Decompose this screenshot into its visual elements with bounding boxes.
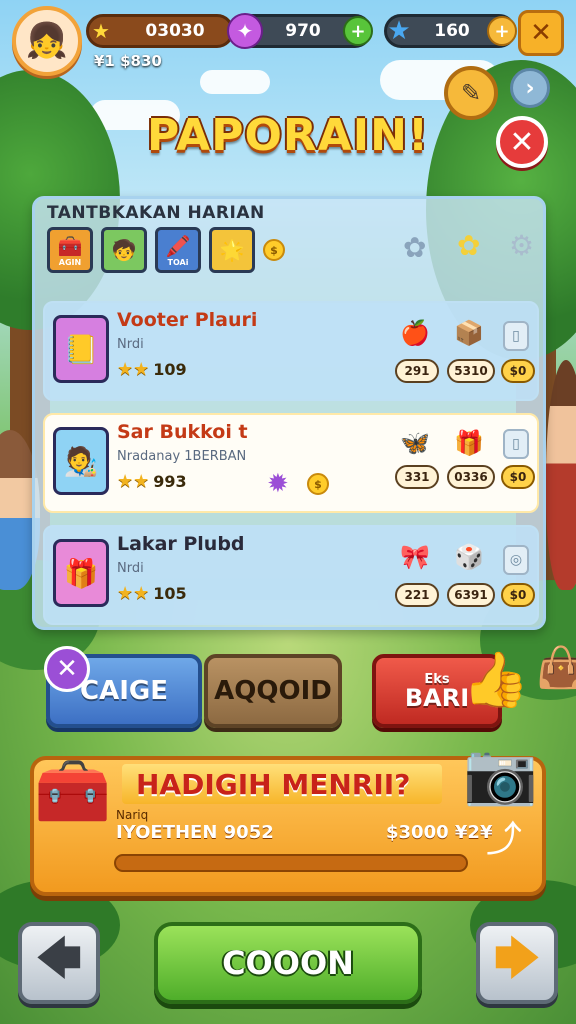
list-item[interactable]: 📒 Vooter Plauri Nrdi ★★ 109 🍎 📦 ▯ 291 531… [43, 301, 539, 401]
add-gems-button[interactable]: + [343, 16, 373, 46]
price-pill[interactable]: $0 [501, 465, 535, 489]
star-icon: ★ [92, 19, 110, 43]
chevron-right-icon: › [525, 75, 535, 101]
item-stars: ★★ 109 [117, 359, 187, 380]
item-desc: Nrdi [117, 337, 144, 352]
item-stars: ★★ 105 [117, 583, 187, 604]
flower-icon: ✿ [457, 229, 481, 262]
reward-pill: 0336 [447, 465, 495, 489]
gold-value: 03030 [145, 21, 205, 41]
item-name: Vooter Plauri [117, 309, 258, 331]
star-counter: ★ 160 + [384, 14, 517, 48]
badge-icon: ✿ [403, 231, 427, 264]
sub-coin-text: ¥1 $830 [94, 52, 162, 70]
category-tab-2[interactable]: 🖍️ TOAi [155, 227, 201, 273]
price-pill[interactable]: $0 [501, 359, 535, 383]
claim-label: BARI [404, 683, 470, 712]
reward-pill: 291 [395, 359, 439, 383]
reward-icon: 🦋 [400, 429, 430, 457]
back-button[interactable]: 🡄 [18, 922, 100, 1004]
category-tab-3[interactable]: 🌟 [209, 227, 255, 273]
item-thumbnail: 🎁 [53, 539, 109, 607]
character-icon: 🧑‍🎨 [63, 444, 99, 478]
star-icon: ★★ [117, 471, 150, 492]
category-tab-0[interactable]: 🧰 AGIN [47, 227, 93, 273]
lock-icon: ▯ [503, 429, 529, 459]
close-icon[interactable]: ✕ [44, 646, 90, 692]
reward-icon: 🎁 [454, 429, 484, 457]
list-item[interactable]: 🎁 Lakar Plubd Nrdi ★★ 105 🎀 🎲 ◎ 221 6391 … [43, 525, 539, 625]
gear-icon[interactable]: ⚙ [509, 229, 534, 262]
lock-icon: ◎ [503, 545, 529, 575]
player-avatar[interactable]: 👧 [12, 6, 82, 76]
camera-icon: 📷 [463, 739, 538, 809]
list-item[interactable]: 🧑‍🎨 Sar Bukkoi t Nradanay 1BERBAN ★★ 993 … [43, 413, 539, 513]
secondary-button[interactable]: AQQOID [204, 654, 342, 728]
forward-button[interactable]: 🡆 [476, 922, 558, 1004]
offer-price: $3000 ¥2¥ [386, 822, 493, 843]
arrow-left-icon: 🡄 [36, 932, 82, 984]
offer-progress-bar [114, 854, 468, 872]
reward-icon: 🍎 [400, 319, 430, 347]
item-thumbnail: 📒 [53, 315, 109, 383]
gold-counter: ★ 03030 [86, 14, 234, 48]
top-close-button[interactable]: ✕ [518, 10, 564, 56]
item-desc: Nradanay 1BERBAN [117, 449, 247, 464]
character-icon: 🧒 [111, 238, 137, 262]
reward-icon: 🎲 [454, 543, 484, 571]
price-pill[interactable]: $0 [501, 583, 535, 607]
reward-pill: 221 [395, 583, 439, 607]
sparkle-icon: 🌟 [219, 238, 245, 262]
star-icon: ★★ [117, 583, 150, 604]
reward-icon: 🎀 [400, 543, 430, 571]
offer-banner: HADIGIH MENRII? [122, 764, 442, 804]
item-name: Sar Bukkoi t [117, 421, 248, 443]
add-stars-button[interactable]: + [487, 16, 517, 46]
next-arrow-button[interactable]: › [510, 68, 550, 108]
book-icon: 📒 [63, 332, 99, 366]
coin-icon: $ [307, 473, 329, 495]
offer-code: IYOETHEN 9052 [116, 822, 274, 843]
item-stars: ★★ 993 [117, 471, 187, 492]
star-value: 160 [434, 21, 470, 41]
gem-icon: ✦ [227, 13, 263, 49]
item-thumbnail: 🧑‍🎨 [53, 427, 109, 495]
daily-panel: TANTBKAKAN HARIAN 🧰 AGIN 🧒 🖍️ TOAi 🌟 $ ✿… [32, 196, 546, 630]
category-row: 🧰 AGIN 🧒 🖍️ TOAi 🌟 $ ✿ ✿ ⚙ [47, 227, 537, 277]
star-icon: ★★ [117, 359, 150, 380]
crayon-icon: 🖍️ [165, 233, 191, 258]
page-title: PAPORAIN! [146, 110, 430, 161]
chest-icon: 🧰 [57, 233, 83, 258]
coin-icon: $ [263, 239, 285, 261]
offer-small-label: Nariq [116, 808, 149, 822]
category-tab-1[interactable]: 🧒 [101, 227, 147, 273]
lock-icon: ▯ [503, 321, 529, 351]
gear-badge-icon: ✹ [267, 469, 289, 499]
chest-icon: 🧰 [34, 754, 112, 827]
panel-title: TANTBKAKAN HARIAN [47, 203, 265, 223]
thumbs-up-icon: 👍 [462, 648, 530, 711]
item-desc: Nrdi [117, 561, 144, 576]
reward-icon: 📦 [454, 319, 484, 347]
blue-star-icon: ★ [387, 16, 411, 46]
go-button[interactable]: COOON [154, 922, 422, 1004]
gift-icon: 🎁 [63, 556, 99, 590]
gem-counter: ✦ 970 + [227, 13, 373, 49]
offer-panel[interactable]: 🧰 HADIGIH MENRII? 📷 ⤴ Nariq IYOETHEN 905… [30, 739, 546, 896]
gem-value: 970 [285, 21, 321, 41]
reward-pill: 5310 [447, 359, 495, 383]
reward-pill: 331 [395, 465, 439, 489]
arrow-right-icon: 🡆 [494, 932, 540, 984]
wrench-icon: ✎ [460, 79, 482, 107]
reward-pill: 6391 [447, 583, 495, 607]
bag-icon: 👜 [536, 645, 576, 691]
item-name: Lakar Plubd [117, 533, 245, 555]
